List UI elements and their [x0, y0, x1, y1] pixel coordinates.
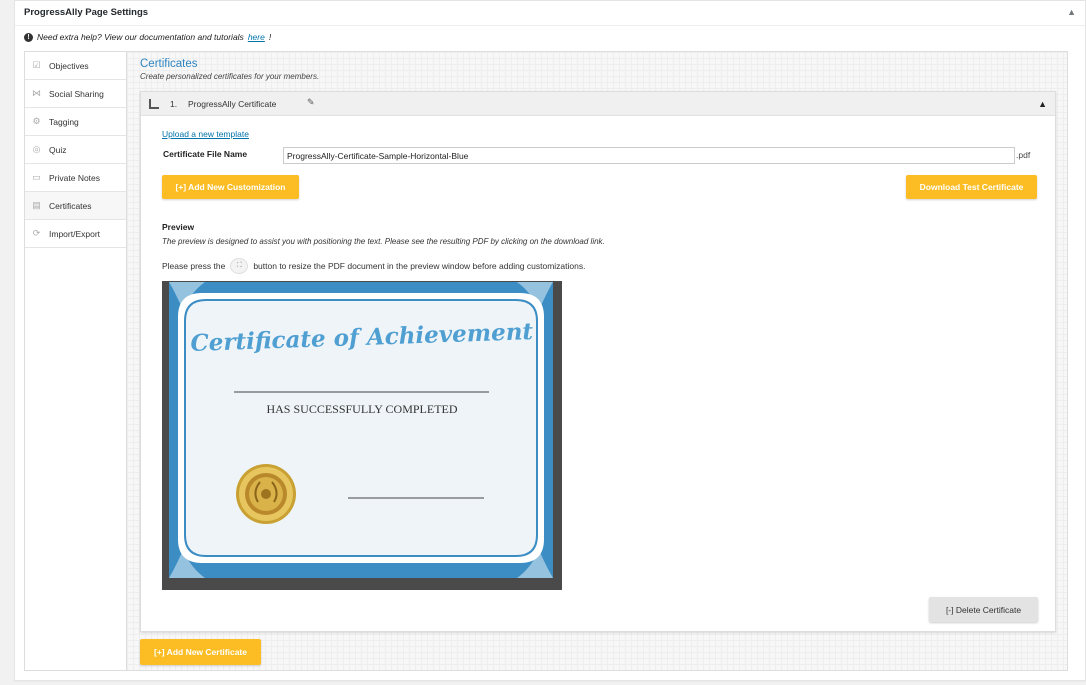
sidebar: ☑ Objectives ⋈ Social Sharing ⚙ Tagging … [25, 52, 127, 670]
help-notice: ! Need extra help? View our documentatio… [24, 32, 271, 42]
sidebar-item-label: Objectives [49, 60, 89, 71]
gold-seal [236, 464, 296, 524]
sidebar-item-import-export[interactable]: ⟳ Import/Export [25, 220, 126, 248]
file-extension: .pdf [1016, 150, 1031, 160]
preview-description: The preview is designed to assist you wi… [162, 237, 605, 246]
press-suffix: button to resize the PDF document in the… [253, 261, 586, 271]
sidebar-item-label: Certificates [49, 200, 92, 211]
download-test-certificate-button[interactable]: Download Test Certificate [906, 175, 1037, 199]
tag-icon: ⚙ [32, 116, 41, 126]
file-name-input[interactable] [283, 147, 1015, 164]
quiz-icon: ◎ [32, 144, 41, 154]
panel-title: ProgressAlly Page Settings [24, 7, 149, 18]
certificate-card: 1. ProgressAlly Certificate ✎ ▲ Upload a… [140, 91, 1056, 632]
certificate-preview[interactable]: Certificate of Achievement HAS SUCCESSFU… [162, 281, 562, 590]
certificate-completed-text: HAS SUCCESSFULLY COMPLETED [266, 402, 457, 416]
notes-icon: ▭ [32, 172, 41, 182]
press-prefix: Please press the [162, 261, 226, 271]
sidebar-item-tagging[interactable]: ⚙ Tagging [25, 108, 126, 136]
info-icon: ! [24, 32, 33, 42]
sidebar-item-label: Tagging [49, 116, 79, 127]
sync-icon: ⟳ [32, 228, 41, 238]
sidebar-item-certificates[interactable]: ▤ Certificates [25, 192, 126, 220]
upload-template-link[interactable]: Upload a new template [162, 129, 249, 139]
certificate-image: Certificate of Achievement HAS SUCCESSFU… [162, 281, 562, 590]
certificate-card-header[interactable]: 1. ProgressAlly Certificate ✎ ▲ [141, 92, 1055, 116]
delete-certificate-button[interactable]: [-] Delete Certificate [929, 597, 1038, 622]
certificate-name: ProgressAlly Certificate [188, 99, 277, 109]
file-name-label: Certificate File Name [163, 149, 248, 159]
help-suffix: ! [268, 32, 272, 42]
sidebar-item-label: Quiz [49, 144, 67, 155]
page-title: Certificates [140, 58, 198, 70]
sidebar-item-label: Private Notes [49, 172, 101, 183]
sidebar-item-label: Import/Export [49, 228, 101, 239]
checkbox-icon: ☑ [32, 60, 41, 70]
sidebar-item-social-sharing[interactable]: ⋈ Social Sharing [25, 80, 126, 108]
sidebar-item-objectives[interactable]: ☑ Objectives [25, 52, 126, 80]
collapse-icon[interactable]: ▲ [1038, 99, 1047, 109]
preview-heading: Preview [162, 222, 195, 232]
share-icon: ⋈ [32, 88, 41, 98]
sidebar-item-quiz[interactable]: ◎ Quiz [25, 136, 126, 164]
panel-toggle-icon[interactable]: ▲ [1067, 7, 1076, 17]
help-text: Need extra help? View our documentation … [37, 32, 244, 42]
settings-panel: ProgressAlly Page Settings ▲ ! Need extr… [14, 0, 1086, 681]
certificate-number: 1. [170, 99, 178, 109]
resize-instructions: Please press the ⛶ button to resize the … [162, 258, 585, 274]
sidebar-item-label: Social Sharing [49, 88, 104, 99]
add-customization-button[interactable]: [+] Add New Customization [162, 175, 299, 199]
resize-icon[interactable]: ⛶ [230, 258, 249, 274]
pencil-icon[interactable]: ✎ [307, 97, 315, 108]
add-certificate-button[interactable]: [+] Add New Certificate [140, 639, 261, 665]
settings-frame: ☑ Objectives ⋈ Social Sharing ⚙ Tagging … [24, 51, 1068, 671]
corner-icon [149, 99, 159, 109]
help-link[interactable]: here [248, 32, 265, 42]
page-subtitle: Create personalized certificates for you… [140, 72, 320, 81]
panel-header: ProgressAlly Page Settings ▲ [15, 1, 1085, 26]
sidebar-item-private-notes[interactable]: ▭ Private Notes [25, 164, 126, 192]
certificate-icon: ▤ [32, 200, 41, 210]
